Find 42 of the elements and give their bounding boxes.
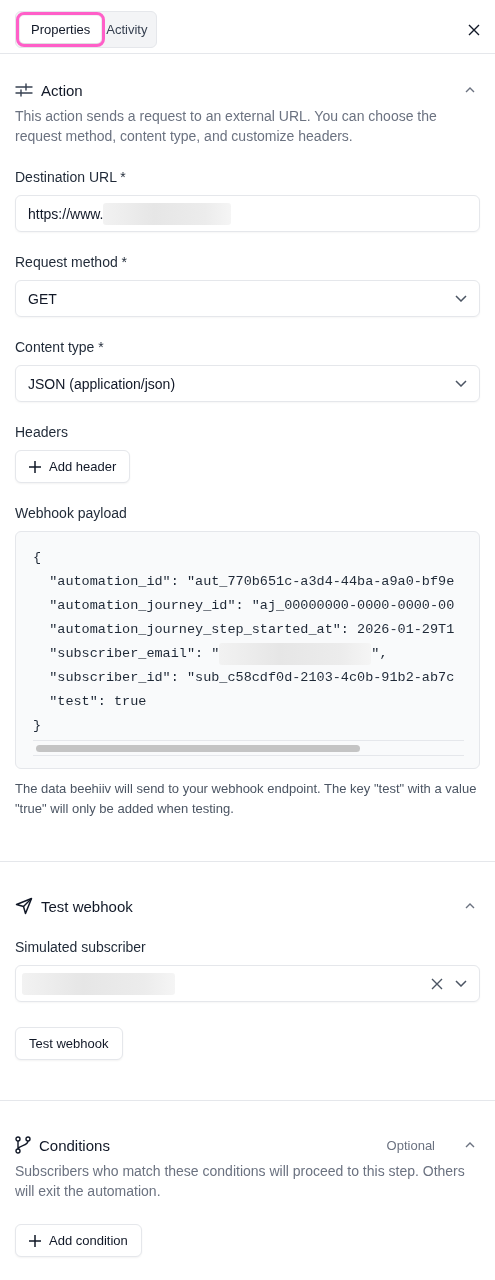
scrollbar[interactable]	[33, 740, 464, 756]
code-line: "subscriber_id": "sub_c58cdf0d-2103-4c0b-91b2-ab7c	[48, 669, 456, 687]
help-text: The data beehiiv will send to your webhook endpoint. The key "test" with a value "true" will only be added when testing.	[15, 780, 478, 818]
select-field[interactable]: GET	[15, 280, 480, 317]
code-line: "subscriber_email": "	[48, 645, 220, 663]
url-field[interactable]: https://www.	[15, 195, 480, 232]
field-label: Webhook payload	[15, 505, 128, 521]
field-label: Request method *	[15, 254, 129, 270]
code-line: }	[33, 717, 43, 735]
chevron-down-icon[interactable]	[455, 295, 467, 302]
add-button[interactable]: Add condition	[15, 1224, 142, 1257]
code-line: "automation_id": "aut_770b651c-a3d4-44ba-a9a0-bf9e	[48, 573, 456, 591]
code-line: {	[33, 549, 43, 567]
paper-plane-icon	[15, 897, 33, 915]
close-icon[interactable]	[468, 24, 480, 36]
clear-icon[interactable]	[431, 977, 443, 990]
section-title: Action	[41, 81, 84, 99]
code-line: "automation_journey_step_started_at": 2026-01-29T1	[48, 621, 456, 639]
field-label: Headers	[15, 424, 69, 440]
chevron-down-icon[interactable]	[455, 380, 467, 387]
optional-label: Optional	[386, 1137, 435, 1153]
test-button[interactable]: Test webhook	[15, 1027, 123, 1060]
chevron-up-icon[interactable]	[465, 1142, 475, 1148]
sliders-icon	[15, 83, 33, 97]
section-title: Conditions	[39, 1136, 111, 1154]
chevron-up-icon[interactable]	[465, 903, 475, 909]
code-line: "automation_journey_id": "aj_00000000-0000-0000-00	[48, 597, 456, 615]
chevron-up-icon[interactable]	[465, 87, 475, 93]
code-line: ",	[371, 645, 388, 663]
chevron-down-icon[interactable]	[455, 980, 467, 987]
branch-icon	[15, 1136, 31, 1154]
select-field[interactable]	[15, 965, 480, 1002]
section-description: Subscribers who match these conditions will proceed to this step. Others will exit the automation.	[15, 1162, 466, 1201]
field-label: Destination URL *	[15, 169, 127, 185]
field-label: Content type *	[15, 339, 105, 355]
section-description: This action sends a request to an external URL. You can choose the request method, content type, and customize headers.	[15, 107, 438, 146]
add-button[interactable]: Add header	[15, 450, 131, 483]
field-label: Simulated subscriber	[15, 939, 147, 955]
tab[interactable]: Activity	[101, 16, 153, 43]
code-line: "test": true	[48, 693, 148, 711]
section-title: Test webhook	[41, 897, 134, 915]
select-field[interactable]: JSON (application/json)	[15, 365, 480, 402]
